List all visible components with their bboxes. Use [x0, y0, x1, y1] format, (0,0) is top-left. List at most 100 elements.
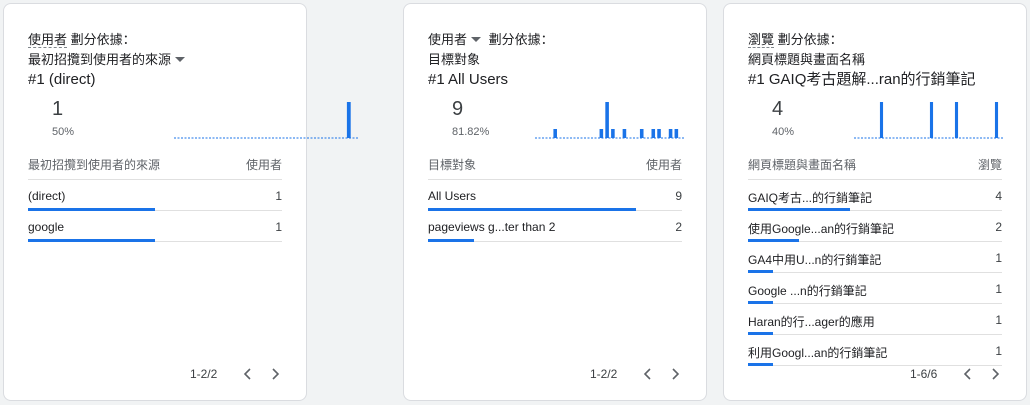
table-row[interactable]: GAIQ考古...的行銷筆記 4 [748, 180, 1002, 211]
sparkline-bar [994, 102, 999, 138]
sparkline-bar [668, 129, 673, 138]
table-metric-header: 使用者 [645, 158, 682, 172]
chevron-right-icon[interactable] [268, 367, 282, 381]
table-row[interactable]: All Users 9 [428, 180, 682, 211]
row-value: 1 [275, 220, 282, 234]
metric-selector[interactable]: 瀏覽 [748, 32, 775, 48]
row-label: All Users [428, 189, 477, 203]
row-value: 4 [995, 189, 1002, 203]
sparkline-bar [599, 129, 604, 138]
breakdown-label: 劃分依據： [70, 32, 136, 47]
metric-label: 使用者 [428, 32, 468, 47]
table-row[interactable]: (direct) 1 [28, 180, 282, 211]
pagination-text: 1-2/2 [589, 366, 618, 381]
table-dimension-header: 目標對象 [428, 158, 477, 172]
table-row[interactable]: 使用Google...an的行銷筆記 2 [748, 211, 1002, 242]
card-header-line: 瀏覽 劃分依據： [748, 31, 843, 49]
table-metric-header: 瀏覽 [977, 158, 1002, 172]
top-item-percent: 40% [772, 126, 795, 138]
row-label: (direct) [28, 189, 66, 203]
dimension-selector[interactable]: 目標對象 [428, 51, 480, 69]
table-row[interactable]: google 1 [28, 211, 282, 242]
dimension-label: 最初招攬到使用者的來源 [28, 52, 172, 67]
card-content: 瀏覽 劃分依據： 網頁標題與畫面名稱 #1 GAIQ考古題解...ran的行銷筆… [748, 4, 1004, 400]
table-row[interactable]: GA4中用U...n的行銷筆記 1 [748, 242, 1002, 273]
card-first-user-source: 使用者 劃分依據： 最初招攬到使用者的來源 #1 (direct) 1 50% … [3, 3, 358, 401]
sparkline-chart [854, 102, 1004, 139]
pagination: 1-2/2 [590, 366, 682, 382]
table-dimension-header: 最初招攬到使用者的來源 [28, 158, 161, 172]
sparkline-bar [611, 129, 615, 138]
table-header: 網頁標題與畫面名稱 瀏覽 [748, 155, 1002, 180]
row-value: 1 [995, 344, 1002, 358]
chevron-left-icon[interactable] [241, 367, 255, 381]
row-label: Haran的行...ager的應用 [748, 315, 875, 329]
card-header-line: 使用者 劃分依據： [28, 31, 136, 49]
table-rows: All Users 9 pageviews g...ter than 2 2 [428, 180, 682, 242]
top-item-value: 9 [452, 98, 464, 120]
metric-selector[interactable]: 使用者 [28, 32, 68, 48]
sparkline-bar [346, 102, 351, 138]
caret-down-icon[interactable] [175, 57, 186, 63]
table-row[interactable]: pageviews g...ter than 2 2 [428, 211, 682, 242]
row-value: 1 [995, 251, 1002, 265]
row-share-bar [748, 363, 774, 366]
row-label: GAIQ考古...的行銷筆記 [748, 191, 873, 205]
sparkline-bar [651, 129, 656, 138]
sparkline-bar [954, 102, 959, 138]
row-value: 2 [675, 220, 682, 234]
table-row[interactable]: 利用Googl...an的行銷筆記 1 [748, 335, 1002, 366]
row-label: Google ...n的行銷筆記 [748, 284, 867, 298]
card-content: 使用者 劃分依據： 目標對象 #1 All Users 9 81.82% 目標對… [428, 4, 685, 400]
row-label: 使用Google...an的行銷筆記 [748, 222, 895, 236]
sparkline-chart [535, 102, 685, 139]
pagination-text: 1-6/6 [909, 366, 938, 381]
row-label: GA4中用U...n的行銷筆記 [748, 253, 882, 267]
chevron-left-icon[interactable] [641, 367, 655, 381]
chevron-right-icon[interactable] [988, 367, 1002, 381]
table-row[interactable]: Haran的行...ager的應用 1 [748, 304, 1002, 335]
dimension-selector[interactable]: 網頁標題與畫面名稱 [748, 51, 865, 69]
card-header-line: 使用者 劃分依據： [428, 31, 554, 49]
table-header: 最初招攬到使用者的來源 使用者 [28, 155, 282, 180]
sparkline-bar [553, 129, 557, 138]
table-row[interactable]: Google ...n的行銷筆記 1 [748, 273, 1002, 304]
pagination: 1-2/2 [190, 366, 282, 382]
dimension-selector[interactable]: 最初招攬到使用者的來源 [28, 51, 189, 69]
row-value: 1 [995, 282, 1002, 296]
sparkline-chart [174, 102, 358, 139]
card-page-title: 瀏覽 劃分依據： 網頁標題與畫面名稱 #1 GAIQ考古題解...ran的行銷筆… [723, 3, 1027, 401]
chevron-right-icon[interactable] [668, 367, 682, 381]
caret-down-icon[interactable] [471, 37, 482, 43]
table-dimension-header: 網頁標題與畫面名稱 [748, 158, 857, 172]
sparkline-bar [622, 129, 627, 138]
dimension-label: 目標對象 [428, 52, 481, 67]
breakdown-label: 劃分依據： [777, 32, 843, 47]
top-item-value: 4 [772, 98, 784, 120]
row-label: google [28, 220, 65, 234]
top-item-percent: 81.82% [452, 126, 490, 138]
row-share-bar [28, 239, 155, 242]
sparkline-bar [657, 129, 661, 138]
sparkline-bar [674, 129, 679, 138]
top-item-title: #1 GAIQ考古題解...ran的行銷筆記 [748, 71, 976, 88]
chevron-left-icon[interactable] [961, 367, 975, 381]
row-value: 1 [275, 189, 282, 203]
metric-selector[interactable]: 使用者 [428, 32, 485, 47]
top-item-percent: 50% [52, 126, 75, 138]
row-label: pageviews g...ter than 2 [428, 220, 556, 234]
top-item-title: #1 (direct) [28, 71, 96, 88]
row-share-bar [428, 239, 475, 242]
table-metric-header: 使用者 [245, 158, 282, 172]
row-label: 利用Googl...an的行銷筆記 [748, 346, 888, 360]
table-rows: GAIQ考古...的行銷筆記 4 使用Google...an的行銷筆記 2 GA4中用U… [748, 180, 1002, 366]
breakdown-label: 劃分依據： [488, 32, 554, 47]
dimension-label: 網頁標題與畫面名稱 [748, 52, 866, 67]
row-value: 9 [675, 189, 682, 203]
row-value: 1 [995, 313, 1002, 327]
sparkline-bar [929, 102, 934, 138]
top-item-title: #1 All Users [428, 71, 509, 88]
table-header: 目標對象 使用者 [428, 155, 682, 180]
pagination: 1-6/6 [910, 366, 1002, 382]
pagination-text: 1-2/2 [189, 366, 218, 381]
